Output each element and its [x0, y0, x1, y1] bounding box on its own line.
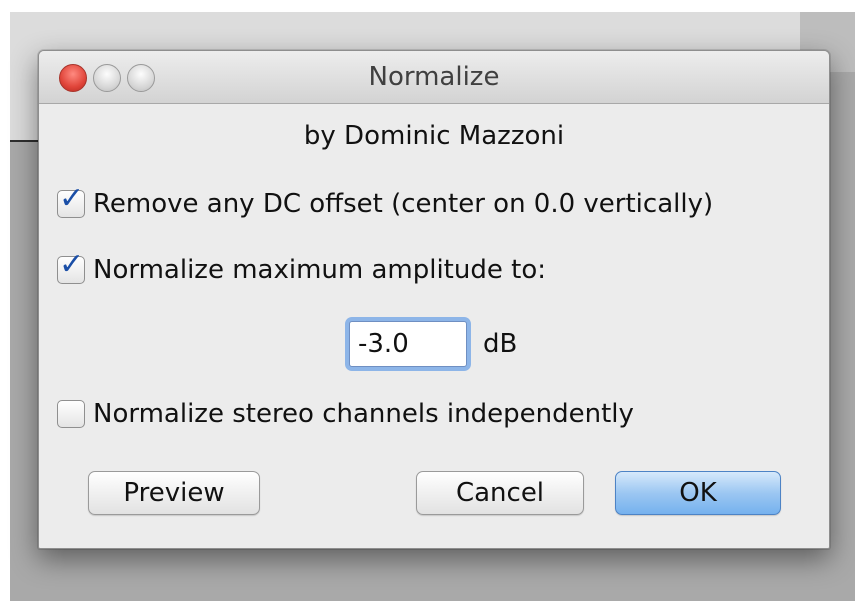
- normalize-max-amplitude-label: Normalize maximum amplitude to:: [93, 255, 546, 285]
- normalize-max-amplitude-checkbox[interactable]: ✓: [57, 250, 85, 284]
- amplitude-unit-label: dB: [483, 329, 518, 359]
- normalize-max-amplitude-option[interactable]: ✓ Normalize maximum amplitude to:: [57, 250, 546, 287]
- stereo-independent-checkbox[interactable]: [57, 400, 85, 428]
- stereo-independent-option[interactable]: Normalize stereo channels independently: [57, 397, 634, 431]
- remove-dc-offset-option[interactable]: ✓ Remove any DC offset (center on 0.0 ve…: [57, 184, 714, 221]
- dialog-title: Normalize: [368, 62, 500, 92]
- remove-dc-offset-checkbox[interactable]: ✓: [57, 184, 85, 218]
- amplitude-input[interactable]: [349, 321, 467, 367]
- ok-button[interactable]: OK: [615, 471, 781, 515]
- checkmark-icon: ✓: [59, 247, 85, 282]
- cancel-button[interactable]: Cancel: [416, 471, 584, 515]
- title-bar[interactable]: Normalize: [39, 51, 829, 104]
- remove-dc-offset-label: Remove any DC offset (center on 0.0 vert…: [93, 189, 714, 219]
- stereo-independent-label: Normalize stereo channels independently: [93, 399, 634, 429]
- checkmark-icon: ✓: [59, 181, 85, 216]
- preview-button[interactable]: Preview: [88, 471, 260, 515]
- amplitude-field-group: dB: [349, 316, 517, 372]
- normalize-dialog: Normalize by Dominic Mazzoni ✓ Remove an…: [38, 50, 830, 549]
- author-byline: by Dominic Mazzoni: [303, 121, 565, 151]
